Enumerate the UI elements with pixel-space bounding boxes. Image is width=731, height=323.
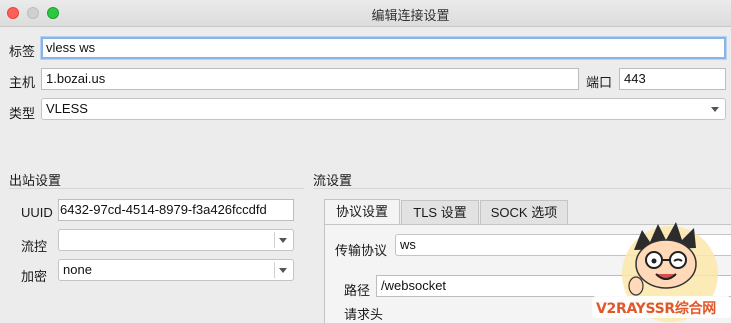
headers-label: 请求头: [344, 307, 384, 322]
chevron-down-icon: [279, 238, 287, 243]
title-bar: 编辑连接设置: [0, 0, 731, 27]
tab-protocol-settings[interactable]: 协议设置: [324, 199, 400, 225]
combo-separator: [274, 232, 275, 248]
tag-input[interactable]: vless ws: [41, 37, 726, 59]
chevron-down-icon: [711, 107, 719, 112]
type-select-value: VLESS: [46, 101, 88, 116]
encryption-select[interactable]: none: [58, 259, 294, 281]
transport-label: 传输协议: [335, 243, 388, 258]
encryption-label: 加密: [21, 269, 48, 284]
tab-sock-options[interactable]: SOCK 选项: [480, 200, 568, 224]
tag-label: 标签: [9, 44, 36, 59]
uuid-input[interactable]: 6432-97cd-4514-8979-f3a426fccdfd: [58, 199, 294, 221]
path-label: 路径: [344, 283, 371, 298]
port-label: 端口: [586, 75, 613, 90]
port-input[interactable]: 443: [619, 68, 726, 90]
chevron-down-icon: [279, 268, 287, 273]
uuid-label: UUID: [21, 205, 53, 220]
stream-section-title: 流设置: [313, 173, 353, 188]
flow-label: 流控: [21, 239, 48, 254]
host-input[interactable]: 1.bozai.us: [41, 68, 579, 90]
stream-divider: [313, 188, 731, 189]
outbound-divider: [9, 188, 304, 189]
transport-select-value: ws: [400, 237, 416, 252]
watermark-logo: V2RAYSSR综合网: [592, 212, 731, 323]
window-title: 编辑连接设置: [371, 8, 450, 23]
type-label: 类型: [9, 106, 36, 121]
combo-separator: [274, 262, 275, 278]
host-label: 主机: [9, 75, 36, 90]
flow-select[interactable]: [58, 229, 294, 251]
outbound-section-title: 出站设置: [9, 173, 62, 188]
encryption-select-value: none: [63, 262, 92, 277]
watermark-text: V2RAYSSR综合网: [596, 301, 717, 317]
type-select[interactable]: VLESS: [41, 98, 726, 120]
tab-tls-settings[interactable]: TLS 设置: [401, 200, 479, 224]
